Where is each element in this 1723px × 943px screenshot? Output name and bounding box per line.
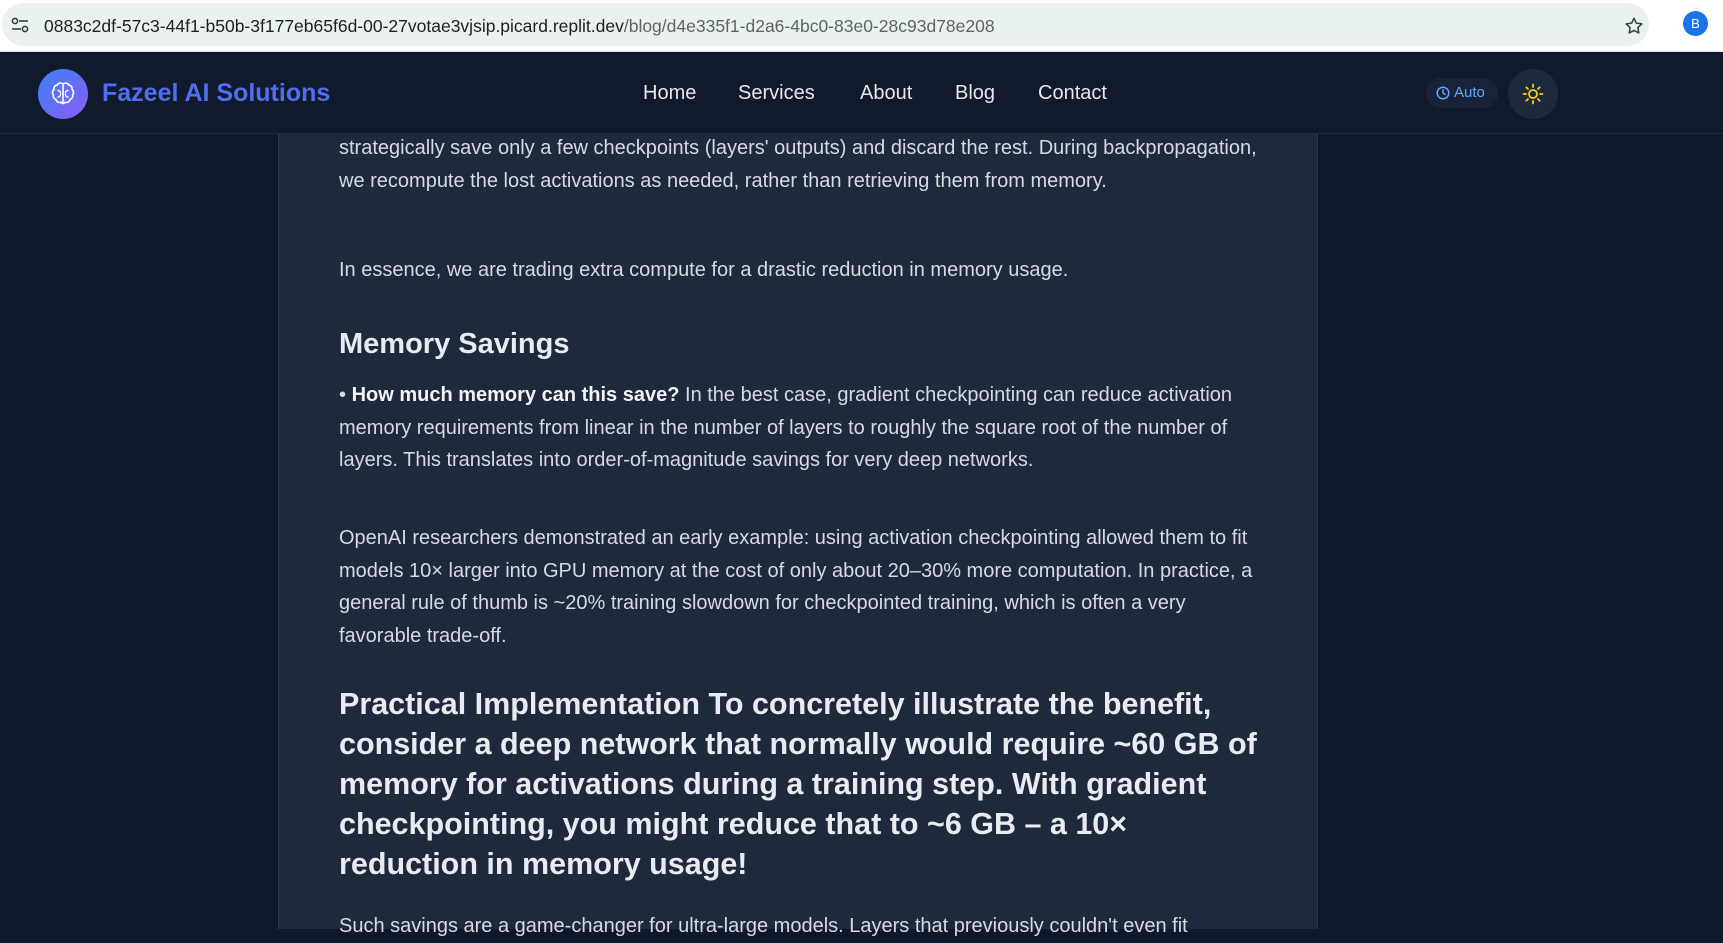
- heading-memory-savings: Memory Savings: [339, 328, 570, 360]
- profile-avatar[interactable]: B: [1683, 11, 1708, 36]
- bookmark-star-icon[interactable]: [1623, 15, 1645, 37]
- theme-toggle-button[interactable]: [1508, 69, 1558, 119]
- site-info-icon[interactable]: [11, 17, 29, 33]
- brain-logo-icon[interactable]: [38, 69, 88, 119]
- nav-home[interactable]: Home: [643, 80, 696, 106]
- heading-practical-implementation: Practical Implementation To concretely i…: [339, 687, 1257, 881]
- bullet-question: How much memory can this save?: [351, 384, 680, 406]
- paragraph-bullet-memory: • How much memory can this save? In the …: [339, 384, 1233, 472]
- paragraph-essence: In essence, we are trading extra compute…: [339, 259, 1069, 281]
- url-path: /blog/d4e335f1-d2a6-4bc0-83e0-28c93d78e2…: [623, 16, 995, 36]
- clock-icon: [1436, 86, 1450, 100]
- article-card: strategically save only a few checkpoint…: [278, 134, 1318, 937]
- paragraph-savings: Such savings are a game-changer for ultr…: [339, 915, 1188, 937]
- theme-auto-button[interactable]: Auto: [1426, 78, 1498, 108]
- theme-mode-label: Auto: [1454, 84, 1485, 101]
- paragraph-openai: OpenAI researchers demonstrated an early…: [339, 527, 1253, 647]
- paragraph-checkpoints: strategically save only a few checkpoint…: [339, 137, 1257, 192]
- brand-name[interactable]: Fazeel AI Solutions: [102, 78, 330, 108]
- nav-contact[interactable]: Contact: [1038, 80, 1107, 106]
- site-header: Fazeel AI Solutions Home Services About …: [0, 52, 1723, 134]
- sun-icon: [1522, 83, 1544, 105]
- nav-services[interactable]: Services: [738, 80, 815, 106]
- nav-blog[interactable]: Blog: [955, 80, 995, 106]
- browser-toolbar: 0883c2df-57c3-44f1-b50b-3f177eb65f6d-00-…: [0, 0, 1723, 52]
- url-text[interactable]: 0883c2df-57c3-44f1-b50b-3f177eb65f6d-00-…: [44, 15, 995, 37]
- url-host: 0883c2df-57c3-44f1-b50b-3f177eb65f6d-00-…: [44, 16, 624, 36]
- address-bar[interactable]: 0883c2df-57c3-44f1-b50b-3f177eb65f6d-00-…: [2, 3, 1649, 46]
- nav-about[interactable]: About: [860, 80, 912, 106]
